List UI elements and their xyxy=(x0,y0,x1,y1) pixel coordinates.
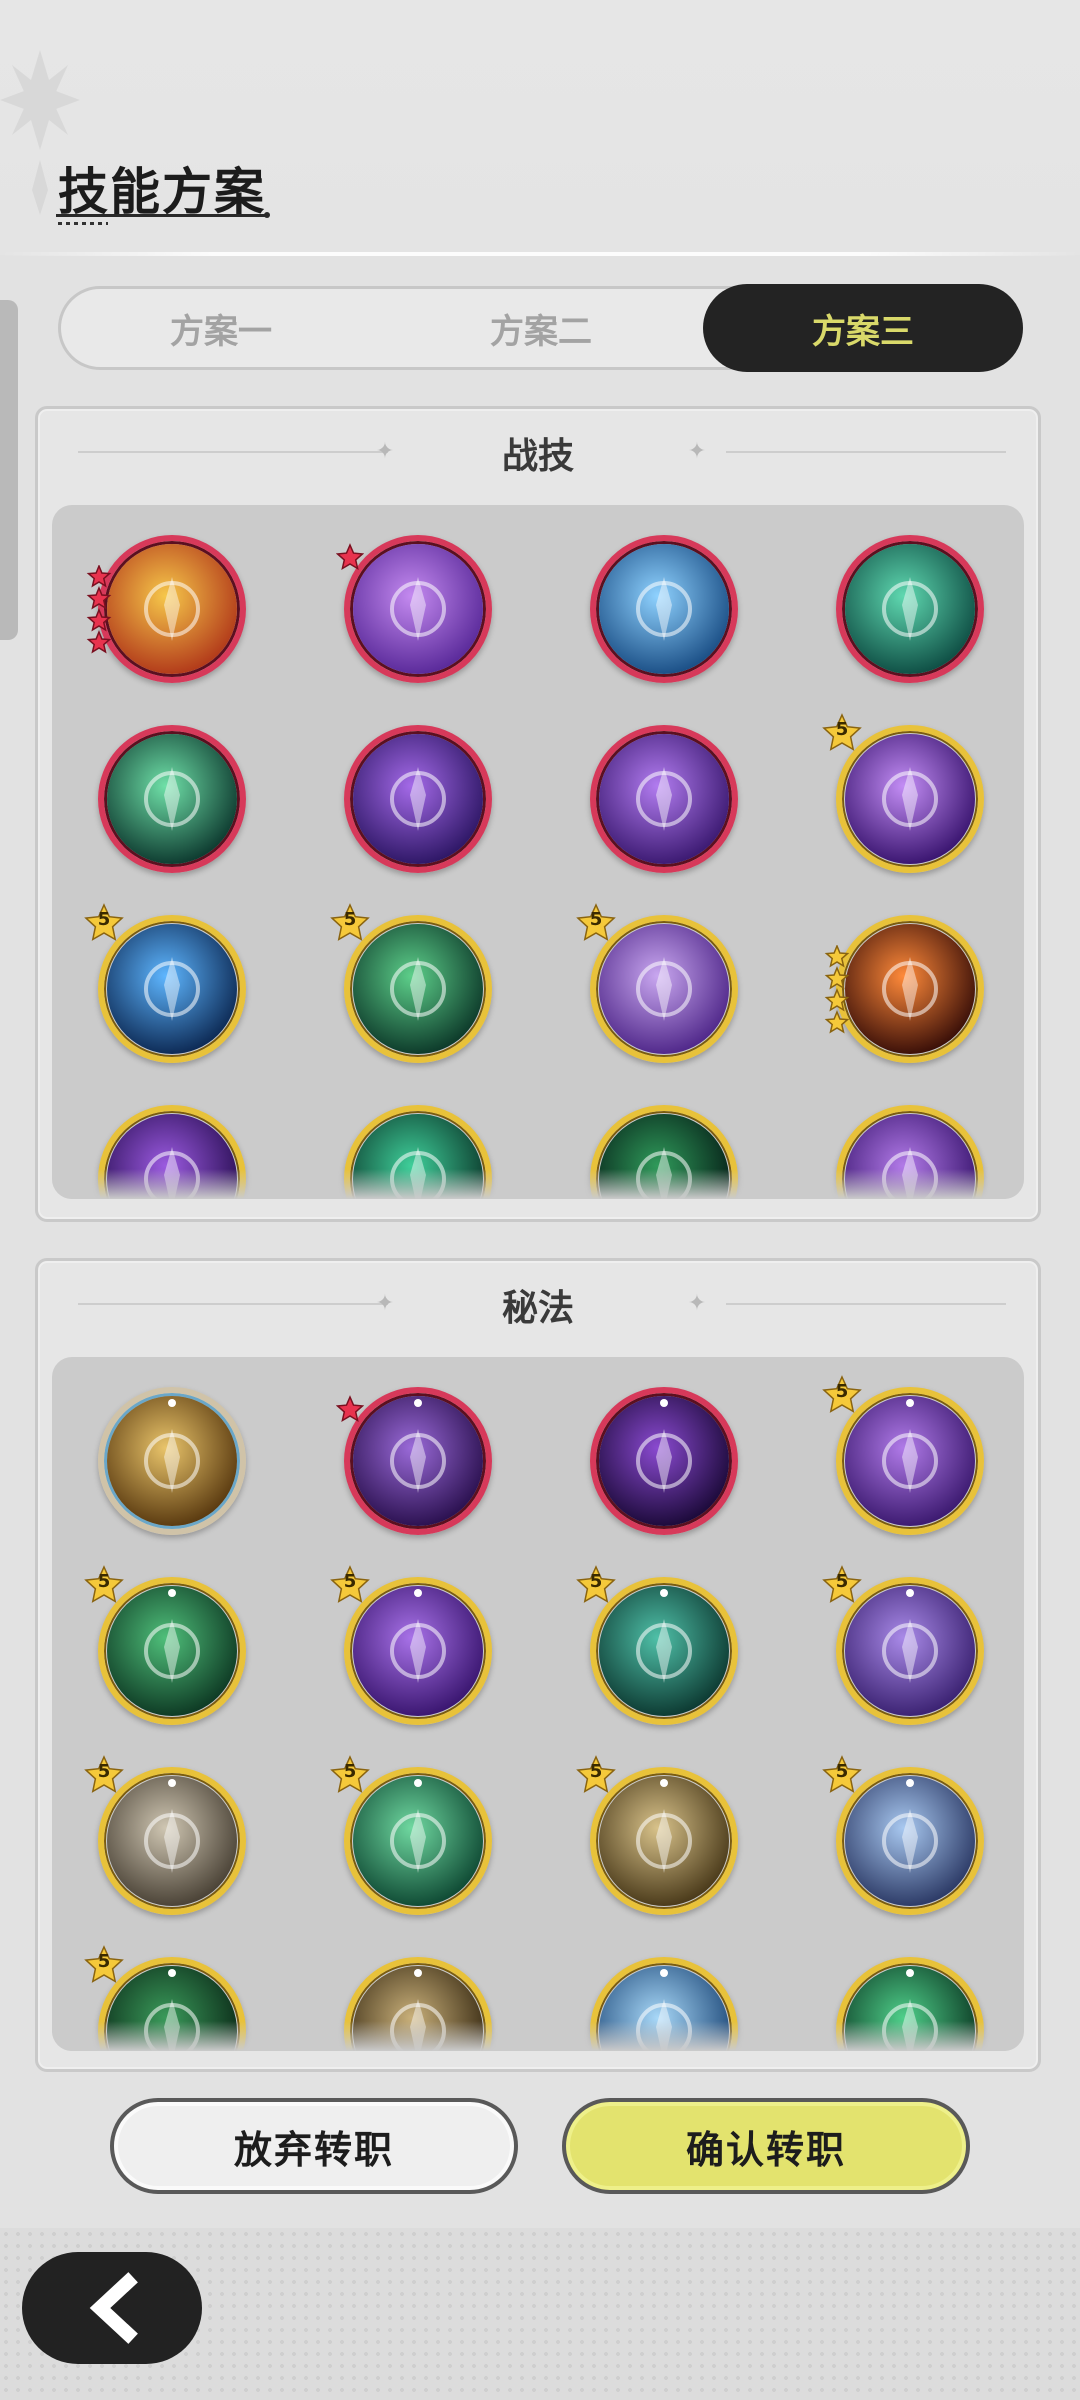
combat-section-title: 战技 xyxy=(501,436,574,477)
sparkle-icon: ✦ xyxy=(687,439,707,464)
arcane-skills-panel: ✦ 秘法 ✦ 5555555555 xyxy=(35,1258,1041,2072)
skill-glyph-icon xyxy=(882,957,938,1021)
star-level-number: 5 xyxy=(97,1761,111,1782)
level-5-star-badge: 5 xyxy=(84,1755,124,1795)
tab-plan-2[interactable]: 方案二 xyxy=(381,289,701,367)
golden-tree-arcane-icon[interactable]: 5 xyxy=(576,1755,738,1915)
skill-glyph-icon xyxy=(882,577,938,641)
side-scroll-handle[interactable] xyxy=(0,300,18,640)
level-5-star-badge: 5 xyxy=(576,1755,616,1795)
purple-bloom-arcane-icon[interactable]: 5 xyxy=(822,1375,984,1535)
level-5-star-badge: 5 xyxy=(822,1565,862,1605)
arcane-section-title: 秘法 xyxy=(501,1288,574,1329)
fire-swirl-skill-icon[interactable] xyxy=(824,915,984,1063)
grid-fade xyxy=(52,2021,1024,2051)
skill-glyph-icon xyxy=(390,767,446,831)
grid-fade xyxy=(52,1169,1024,1199)
chevron-left-icon xyxy=(89,2272,138,2344)
blue-flame-skill-icon[interactable]: 5 xyxy=(84,903,246,1063)
green-vortex-skill-icon[interactable] xyxy=(836,535,984,683)
tab-plan-1[interactable]: 方案一 xyxy=(61,289,381,367)
combat-skills-panel: ✦ 战技 ✦ 5555 xyxy=(35,406,1041,1222)
star-level-number: 5 xyxy=(835,1381,849,1402)
red-star-icon xyxy=(336,543,364,571)
skill-glyph-icon xyxy=(144,577,200,641)
skill-glyph-icon xyxy=(636,767,692,831)
divider-line xyxy=(726,1303,1006,1305)
star-level-number: 5 xyxy=(589,1571,603,1592)
teal-figure-arcane-icon[interactable]: 5 xyxy=(576,1565,738,1725)
fire-golem-skill-icon[interactable] xyxy=(86,535,246,683)
title-dots xyxy=(58,222,108,225)
arcane-skill-grid[interactable]: 5 5 5 5 5 5 5 5 5 5 xyxy=(52,1357,1024,2051)
green-clover-arcane-icon[interactable]: 5 xyxy=(330,1755,492,1915)
divider-line xyxy=(726,451,1006,453)
purple-throne-skill-icon[interactable] xyxy=(336,535,492,683)
level-5-star-badge: 5 xyxy=(330,903,370,943)
abandon-class-change-button[interactable]: 放弃转职 xyxy=(110,2098,518,2194)
blue-star-arcane-icon[interactable]: 5 xyxy=(822,1755,984,1915)
skill-glyph-icon xyxy=(636,577,692,641)
thorn-ring-skill-icon[interactable]: 5 xyxy=(330,903,492,1063)
level-5-star-badge: 5 xyxy=(822,713,862,753)
level-5-star-badge: 5 xyxy=(84,1945,124,1985)
skill-glyph-icon xyxy=(144,767,200,831)
level-5-star-badge: 5 xyxy=(84,903,124,943)
level-5-star-badge: 5 xyxy=(330,1755,370,1795)
purple-portal-skill-icon[interactable] xyxy=(344,725,492,873)
purple-eye-arcane-icon[interactable]: 5 xyxy=(822,1565,984,1725)
star-level-number: 5 xyxy=(589,909,603,930)
sparkle-icon: ✦ xyxy=(687,1291,707,1316)
green-wings-arcane-icon[interactable]: 5 xyxy=(84,1565,246,1725)
ice-burst-skill-icon[interactable] xyxy=(590,535,738,683)
skill-glyph-icon xyxy=(390,577,446,641)
level-5-star-badge: 5 xyxy=(84,1565,124,1605)
star-level-number: 5 xyxy=(97,1571,111,1592)
level-5-star-badge: 5 xyxy=(822,1375,862,1415)
level-5-star-badge: 5 xyxy=(330,1565,370,1605)
lotus-sigil-skill-icon[interactable]: 5 xyxy=(576,903,738,1063)
purple-rune-skill-icon[interactable]: 5 xyxy=(822,713,984,873)
back-button[interactable] xyxy=(22,2252,202,2364)
tab-plan-3[interactable]: 方案三 xyxy=(703,284,1023,372)
star-level-number: 5 xyxy=(835,1571,849,1592)
title-underline xyxy=(56,214,268,217)
red-star-stack-icon xyxy=(86,565,112,654)
star-level-number: 5 xyxy=(97,909,111,930)
star-level-number: 5 xyxy=(835,719,849,740)
combat-skill-grid[interactable]: 5 5 5 5 xyxy=(52,505,1024,1199)
level-5-star-badge: 5 xyxy=(822,1755,862,1795)
skill-glyph-icon xyxy=(390,1399,446,1493)
skill-plan-screen: 技能方案 方案一 方案二 方案三 ✦ 战技 ✦ 5555 ✦ 秘法 ✦ 5555… xyxy=(0,0,1080,2400)
level-5-star-badge: 5 xyxy=(576,903,616,943)
star-level-number: 5 xyxy=(343,1571,357,1592)
header-divider xyxy=(0,252,1080,256)
stone-figure-arcane-icon[interactable]: 5 xyxy=(84,1755,246,1915)
red-star-icon xyxy=(336,1395,364,1423)
star-level-number: 5 xyxy=(589,1761,603,1782)
gold-star-stack-icon xyxy=(824,945,850,1034)
plan-tabs: 方案一 方案二 方案三 xyxy=(58,284,1023,372)
golden-figure-arcane-icon[interactable] xyxy=(98,1387,246,1535)
purple-bird-arcane-icon[interactable] xyxy=(336,1387,492,1535)
star-level-number: 5 xyxy=(97,1951,111,1972)
green-spirit-skill-icon[interactable] xyxy=(98,725,246,873)
purple-orb-arcane-icon[interactable] xyxy=(590,1387,738,1535)
title-end-dot xyxy=(264,212,270,218)
skill-glyph-icon xyxy=(636,1399,692,1493)
confirm-class-change-button[interactable]: 确认转职 xyxy=(562,2098,970,2194)
skill-glyph-icon xyxy=(144,1399,200,1493)
star-level-number: 5 xyxy=(343,1761,357,1782)
purple-shield-skill-icon[interactable] xyxy=(590,725,738,873)
level-5-star-badge: 5 xyxy=(576,1565,616,1605)
purple-heart-arcane-icon[interactable]: 5 xyxy=(330,1565,492,1725)
star-level-number: 5 xyxy=(835,1761,849,1782)
star-level-number: 5 xyxy=(343,909,357,930)
